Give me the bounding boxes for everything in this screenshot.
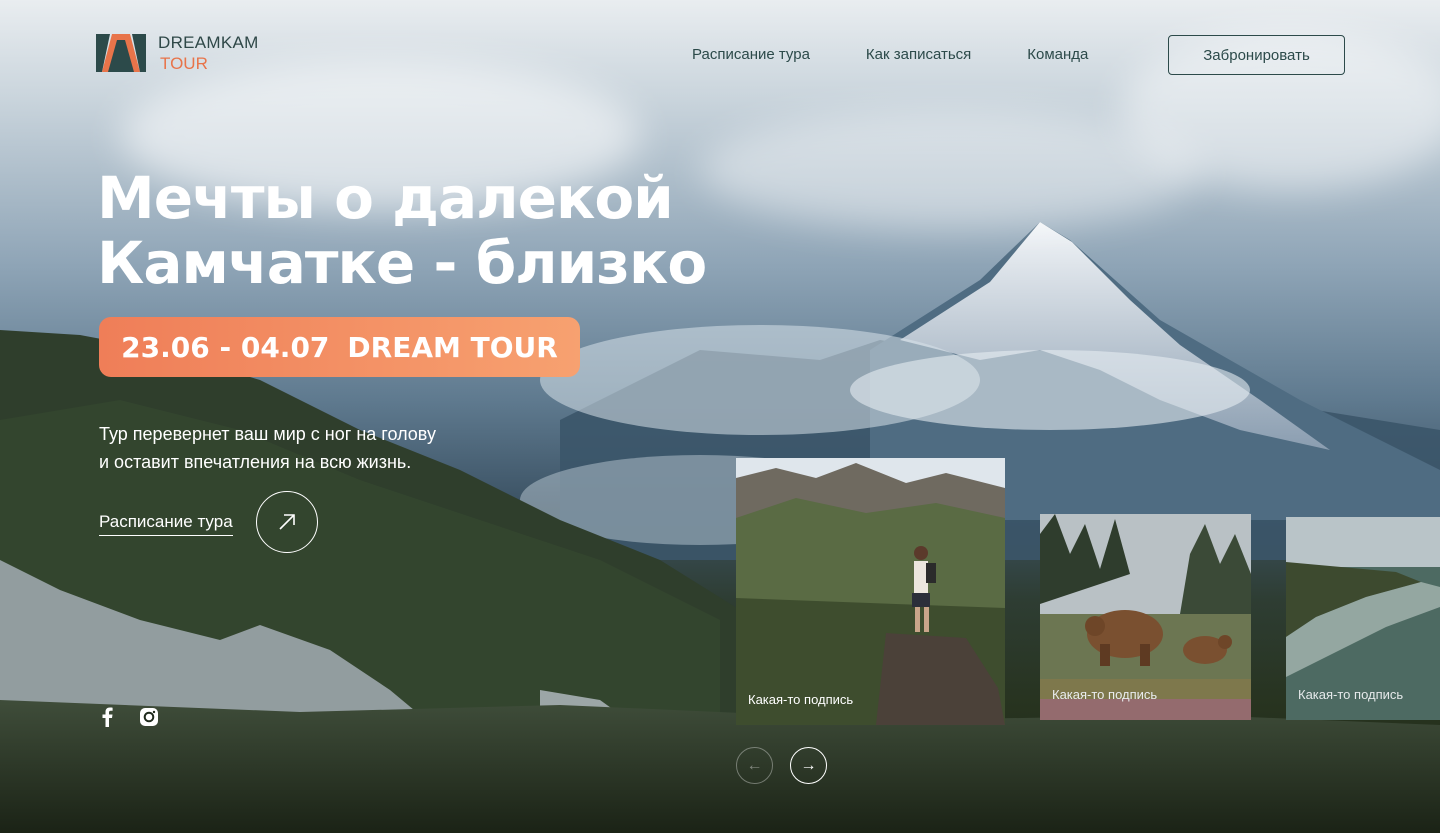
arrow-right-icon: →	[800, 756, 817, 774]
tour-dates-badge: 23.06 - 04.07 DREAM TOUR	[99, 317, 580, 377]
logo-subtitle: TOUR	[160, 54, 208, 73]
gallery-card-caption: Какая-то подпись	[1052, 687, 1158, 702]
gallery-card-caption: Какая-то подпись	[748, 692, 854, 707]
logo-title: DREAMKAM	[158, 33, 259, 52]
gallery-next-button[interactable]: →	[790, 747, 827, 784]
facebook-icon	[102, 707, 113, 727]
arrow-up-right-icon	[279, 514, 295, 530]
instagram-icon	[140, 708, 158, 726]
nav-link-schedule[interactable]: Расписание тура	[692, 46, 810, 63]
title-line-1: Мечты о далекой	[97, 164, 674, 232]
schedule-link[interactable]: Расписание тура	[99, 512, 233, 536]
schedule-arrow-button[interactable]	[256, 491, 318, 553]
facebook-link[interactable]	[96, 706, 118, 728]
nav-link-how-to-join[interactable]: Как записаться	[866, 46, 971, 63]
badge-tour-name: DREAM TOUR	[347, 330, 558, 364]
description-line-2: и оставит впечатления на всю жизнь.	[99, 452, 412, 472]
gallery-card-bears[interactable]: Какая-то подпись	[1040, 514, 1251, 720]
hiker-photo	[736, 458, 1005, 725]
book-button[interactable]: Забронировать	[1168, 35, 1345, 75]
description-line-1: Тур перевернет ваш мир с ног на голову	[99, 424, 436, 444]
gallery-prev-button[interactable]: ←	[736, 747, 773, 784]
hero-description: Тур перевернет ваш мир с ног на голову и…	[99, 420, 436, 476]
logo-mountains-icon	[96, 34, 146, 72]
nav-link-team[interactable]: Команда	[1027, 46, 1088, 63]
main-nav: Расписание тура Как записаться Команда	[692, 46, 1088, 63]
brand-logo[interactable]: DREAMKAM TOUR	[96, 34, 259, 72]
badge-dates: 23.06 - 04.07	[121, 330, 330, 364]
page-title: Мечты о далекой Камчатке - близко	[97, 164, 707, 297]
hero-section: DREAMKAM TOUR Расписание тура Как записа…	[0, 0, 1440, 833]
arrow-left-icon: ←	[746, 756, 763, 774]
title-line-2: Камчатке - близко	[97, 229, 707, 297]
gallery-card-caption: Какая-то подпись	[1298, 687, 1404, 702]
gallery-card-coast[interactable]: Какая-то подпись	[1286, 517, 1440, 720]
gallery-card-hiker[interactable]: Какая-то подпись	[736, 458, 1005, 725]
instagram-link[interactable]	[138, 706, 160, 728]
